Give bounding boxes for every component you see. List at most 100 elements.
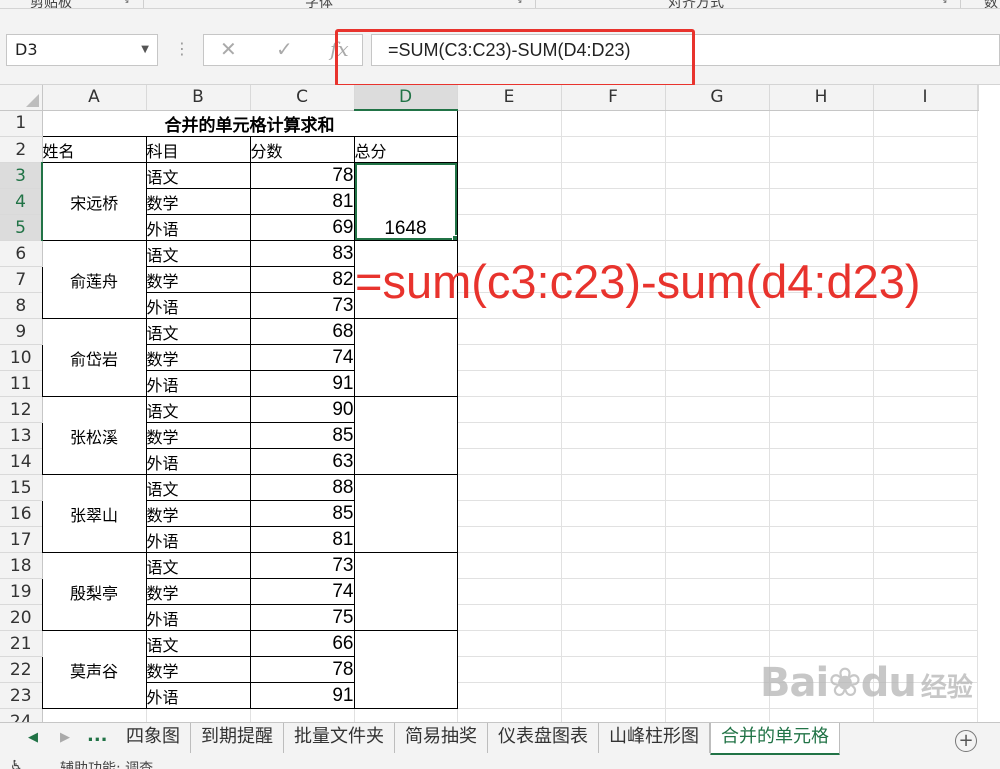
total-cell[interactable] xyxy=(353,474,458,553)
cell[interactable] xyxy=(769,448,874,475)
cell[interactable] xyxy=(665,344,770,371)
column-header-a[interactable]: A xyxy=(42,85,147,111)
cell[interactable] xyxy=(769,604,874,631)
row-header-4[interactable]: 4 xyxy=(0,188,43,215)
cell[interactable] xyxy=(665,396,770,423)
cell[interactable] xyxy=(873,604,978,631)
cell[interactable] xyxy=(769,422,874,449)
score-cell[interactable]: 68 xyxy=(249,318,355,345)
row-header-6[interactable]: 6 xyxy=(0,240,43,267)
score-cell[interactable]: 88 xyxy=(249,474,355,501)
cell[interactable] xyxy=(873,578,978,605)
cell[interactable] xyxy=(665,162,770,189)
cell[interactable] xyxy=(665,656,770,683)
subject-cell[interactable]: 外语 xyxy=(145,604,251,631)
subject-cell[interactable]: 外语 xyxy=(145,292,251,319)
cell[interactable] xyxy=(561,396,666,423)
score-cell[interactable]: 69 xyxy=(249,214,355,241)
cell[interactable] xyxy=(873,630,978,657)
cell[interactable] xyxy=(457,682,562,709)
score-cell[interactable]: 66 xyxy=(249,630,355,657)
total-cell[interactable] xyxy=(353,630,458,709)
row-header-19[interactable]: 19 xyxy=(0,578,43,605)
score-cell[interactable]: 85 xyxy=(249,422,355,449)
cell[interactable] xyxy=(561,136,666,163)
cell[interactable] xyxy=(665,500,770,527)
subject-cell[interactable]: 外语 xyxy=(145,526,251,553)
chevron-down-icon[interactable]: ▼ xyxy=(141,35,149,65)
cell[interactable] xyxy=(457,526,562,553)
row-header-1[interactable]: 1 xyxy=(0,110,43,137)
sheet-tab-1[interactable]: 到期提醒 xyxy=(191,723,284,753)
cell[interactable] xyxy=(665,188,770,215)
cell[interactable] xyxy=(769,630,874,657)
cell[interactable] xyxy=(561,448,666,475)
total-cell[interactable] xyxy=(353,318,458,397)
column-header-f[interactable]: F xyxy=(561,85,666,111)
cell[interactable] xyxy=(769,110,874,137)
column-header-g[interactable]: G xyxy=(665,85,770,111)
name-cell[interactable]: 俞莲舟 xyxy=(41,240,147,319)
cell[interactable] xyxy=(665,110,770,137)
header-cell-subject[interactable]: 科目 xyxy=(145,136,251,163)
cell[interactable] xyxy=(457,344,562,371)
cell[interactable] xyxy=(769,188,874,215)
subject-cell[interactable]: 语文 xyxy=(145,474,251,501)
subject-cell[interactable]: 数学 xyxy=(145,578,251,605)
score-cell[interactable]: 78 xyxy=(249,656,355,683)
row-header-5[interactable]: 5 xyxy=(0,214,43,241)
subject-cell[interactable]: 外语 xyxy=(145,214,251,241)
row-header-13[interactable]: 13 xyxy=(0,422,43,449)
subject-cell[interactable]: 语文 xyxy=(145,318,251,345)
cell[interactable] xyxy=(561,604,666,631)
cell[interactable] xyxy=(561,500,666,527)
scroll-tabs-left-icon[interactable]: ◀ xyxy=(28,730,38,745)
row-header-7[interactable]: 7 xyxy=(0,266,43,293)
cell[interactable] xyxy=(873,422,978,449)
more-tabs-button[interactable]: ... xyxy=(87,725,108,746)
subject-cell[interactable]: 数学 xyxy=(145,344,251,371)
cell[interactable] xyxy=(561,110,666,137)
cell[interactable] xyxy=(665,682,770,709)
name-cell[interactable]: 殷梨亭 xyxy=(41,552,147,631)
grip-icon[interactable]: ⋮ xyxy=(174,39,190,58)
select-all-corner[interactable] xyxy=(0,85,43,111)
cell[interactable] xyxy=(665,370,770,397)
row-header-9[interactable]: 9 xyxy=(0,318,43,345)
cell[interactable] xyxy=(457,370,562,397)
name-cell[interactable]: 宋远桥 xyxy=(41,162,147,241)
column-header-e[interactable]: E xyxy=(457,85,562,111)
cell[interactable] xyxy=(665,136,770,163)
cell[interactable] xyxy=(457,604,562,631)
cell[interactable] xyxy=(769,526,874,553)
score-cell[interactable]: 75 xyxy=(249,604,355,631)
cell[interactable] xyxy=(457,474,562,501)
subject-cell[interactable]: 数学 xyxy=(145,188,251,215)
score-cell[interactable]: 82 xyxy=(249,266,355,293)
header-cell-name[interactable]: 姓名 xyxy=(41,136,147,163)
status-text[interactable]: 辅助功能: 调查 xyxy=(60,758,153,769)
column-header-c[interactable]: C xyxy=(250,85,355,111)
name-cell[interactable]: 莫声谷 xyxy=(41,630,147,709)
cell[interactable] xyxy=(561,344,666,371)
row-header-23[interactable]: 23 xyxy=(0,682,43,709)
cell[interactable] xyxy=(769,136,874,163)
cell[interactable] xyxy=(769,214,874,241)
cell[interactable] xyxy=(769,370,874,397)
score-cell[interactable]: 91 xyxy=(249,370,355,397)
accessibility-icon[interactable]: ♿ xyxy=(10,758,23,769)
column-header-h[interactable]: H xyxy=(769,85,874,111)
cell[interactable] xyxy=(873,318,978,345)
cell[interactable] xyxy=(665,422,770,449)
subject-cell[interactable]: 外语 xyxy=(145,370,251,397)
row-header-21[interactable]: 21 xyxy=(0,630,43,657)
row-header-12[interactable]: 12 xyxy=(0,396,43,423)
column-header-j[interactable] xyxy=(977,85,979,111)
cell[interactable] xyxy=(457,552,562,579)
row-header-17[interactable]: 17 xyxy=(0,526,43,553)
subject-cell[interactable]: 数学 xyxy=(145,266,251,293)
name-box[interactable]: D3 ▼ xyxy=(6,34,158,66)
cell[interactable] xyxy=(873,396,978,423)
score-cell[interactable]: 63 xyxy=(249,448,355,475)
score-cell[interactable]: 73 xyxy=(249,552,355,579)
